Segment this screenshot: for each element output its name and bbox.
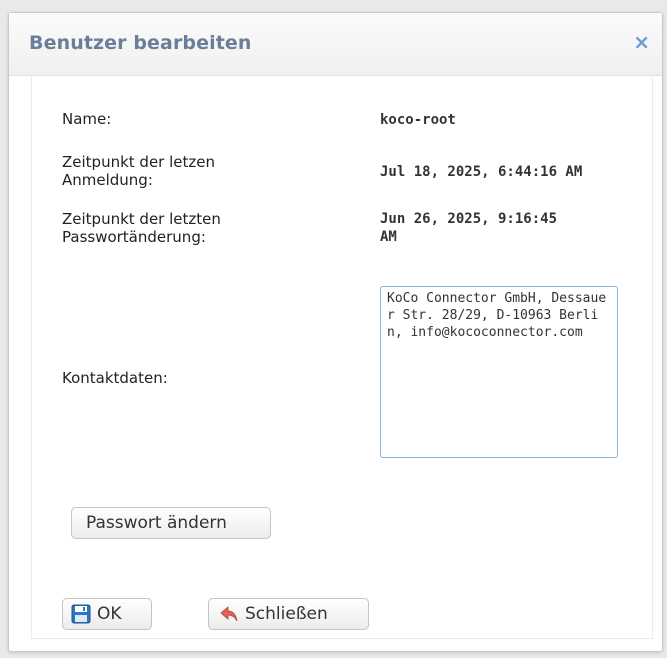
close-button[interactable]: Schließen [208,598,369,630]
change-password-label: Passwort ändern [86,513,227,533]
close-label: Schließen [245,604,328,624]
contact-textarea[interactable]: KoCo Connector GmbH, Dessauer Str. 28/29… [380,286,618,458]
ok-label: OK [97,604,122,624]
undo-arrow-icon [219,604,239,624]
last-login-label: Zeitpunkt der letzen Anmeldung: [62,153,215,189]
dialog-titlebar: Benutzer bearbeiten × [9,13,662,76]
dialog-content: Name: koco-root Zeitpunkt der letzen Anm… [31,76,653,639]
last-password-change-value-line2: AM [380,229,397,245]
last-login-label-line1: Zeitpunkt der letzen [62,153,215,171]
name-label: Name: [62,110,112,128]
edit-user-dialog: Benutzer bearbeiten × Name: koco-root Ze… [8,12,663,652]
ok-button[interactable]: OK [62,598,152,630]
last-login-label-line2: Anmeldung: [62,171,153,189]
name-value: koco-root [380,112,456,128]
close-icon[interactable]: × [633,32,650,52]
last-login-value: Jul 18, 2025, 6:44:16 AM [380,164,583,180]
last-password-change-label-line1: Zeitpunkt der letzten [62,210,221,228]
last-password-change-label: Zeitpunkt der letzten Passwortänderung: [62,210,221,246]
contact-label: Kontaktdaten: [62,369,168,387]
change-password-button[interactable]: Passwort ändern [71,507,271,539]
last-password-change-value: Jun 26, 2025, 9:16:45 AM [380,210,642,246]
dialog-title: Benutzer bearbeiten [29,32,252,54]
last-password-change-label-line2: Passwortänderung: [62,228,206,246]
floppy-disk-icon [71,604,91,624]
last-password-change-value-line1: Jun 26, 2025, 9:16:45 [380,211,558,227]
